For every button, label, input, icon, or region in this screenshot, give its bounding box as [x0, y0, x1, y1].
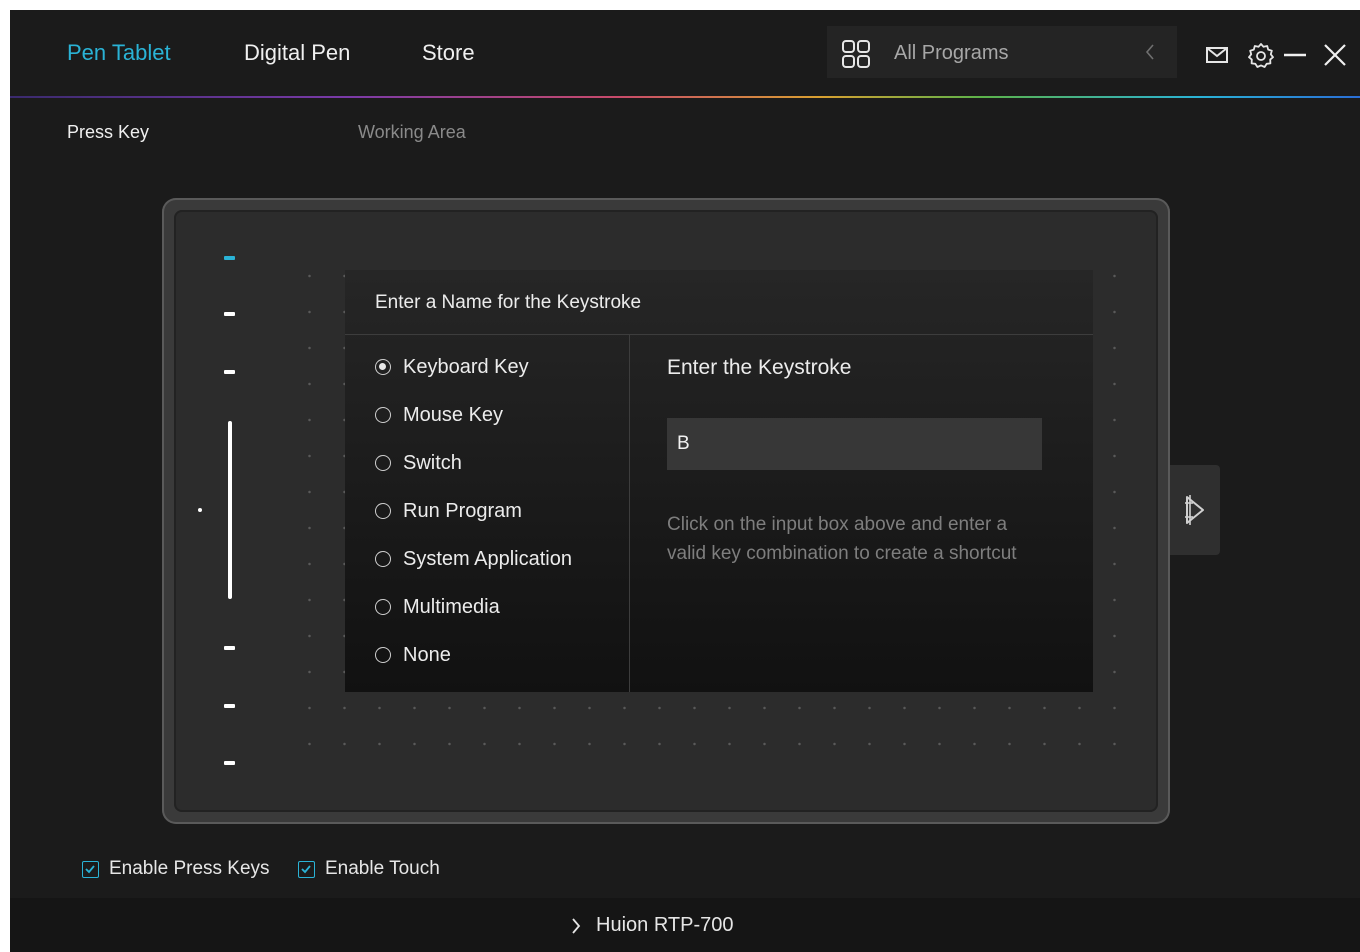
- program-select[interactable]: All Programs: [827, 26, 1177, 78]
- dialog-title: Enter a Name for the Keystroke: [375, 292, 642, 313]
- pen-tablet-icon: [1185, 495, 1204, 525]
- radio[interactable]: [375, 455, 391, 471]
- tab-digital-pen[interactable]: Digital Pen: [244, 40, 350, 66]
- keystroke-dialog: Enter a Name for the Keystroke Keyboard …: [345, 270, 1093, 692]
- option-multimedia[interactable]: Multimedia: [375, 592, 500, 622]
- radio[interactable]: [375, 647, 391, 663]
- radio-checked[interactable]: [375, 359, 391, 375]
- check-icon: [301, 864, 311, 873]
- tab-store[interactable]: Store: [422, 40, 475, 66]
- option-switch[interactable]: Switch: [375, 448, 462, 478]
- radio[interactable]: [375, 599, 391, 615]
- checkbox-label: Enable Press Keys: [109, 858, 270, 879]
- radio[interactable]: [375, 503, 391, 519]
- subtab-working-area[interactable]: Working Area: [358, 122, 466, 143]
- option-label: Run Program: [403, 499, 522, 522]
- option-keyboard-key[interactable]: Keyboard Key: [375, 352, 529, 382]
- header: Pen Tablet Digital Pen Store All Program…: [10, 10, 1360, 98]
- press-key-1[interactable]: [224, 256, 235, 260]
- close-icon[interactable]: [1322, 42, 1348, 68]
- touch-strip[interactable]: [228, 421, 232, 599]
- option-label: Mouse Key: [403, 403, 504, 426]
- press-key-3[interactable]: [224, 370, 235, 374]
- option-mouse-key[interactable]: Mouse Key: [375, 400, 503, 430]
- option-label: System Application: [403, 547, 572, 570]
- dialog-title-bar: Enter a Name for the Keystroke: [345, 270, 1093, 335]
- press-key-5[interactable]: [224, 704, 235, 708]
- program-select-value: All Programs: [894, 42, 1009, 64]
- enable-touch-checkbox[interactable]: Enable Touch: [298, 858, 440, 880]
- press-key-2[interactable]: [224, 312, 235, 316]
- radio[interactable]: [375, 551, 391, 567]
- checkbox-checked[interactable]: [298, 860, 315, 878]
- subtab-press-key[interactable]: Press Key: [67, 122, 149, 143]
- option-system-application[interactable]: System Application: [375, 544, 572, 574]
- side-panel-toggle[interactable]: [1170, 465, 1220, 555]
- keystroke-help-text: Click on the input box above and enter a…: [667, 514, 1017, 564]
- device-selector[interactable]: Huion RTP-700: [570, 914, 733, 937]
- footer-bar: Huion RTP-700: [10, 898, 1360, 952]
- touch-strip-indicator: [198, 508, 202, 512]
- option-none[interactable]: None: [375, 640, 451, 670]
- device-name: Huion RTP-700: [596, 914, 734, 936]
- keystroke-title: Enter the Keystroke: [667, 356, 852, 379]
- mail-icon[interactable]: [1204, 42, 1230, 68]
- option-label: Multimedia: [403, 595, 500, 618]
- checkbox-label: Enable Touch: [325, 858, 440, 879]
- header-gradient-line: [10, 96, 1360, 98]
- option-run-program[interactable]: Run Program: [375, 496, 522, 526]
- app-window: Pen Tablet Digital Pen Store All Program…: [10, 10, 1360, 952]
- chevron-left-icon[interactable]: [1143, 42, 1157, 62]
- radio[interactable]: [375, 407, 391, 423]
- press-key-4[interactable]: [224, 646, 235, 650]
- checkbox-checked[interactable]: [82, 860, 99, 878]
- grid-icon: [842, 40, 870, 68]
- minimize-icon[interactable]: [1282, 42, 1308, 68]
- check-icon: [85, 864, 95, 873]
- tab-pen-tablet[interactable]: Pen Tablet: [67, 40, 171, 66]
- chevron-right-icon: [572, 917, 581, 934]
- option-label: None: [403, 643, 451, 666]
- enable-press-keys-checkbox[interactable]: Enable Press Keys: [82, 858, 270, 880]
- gear-icon[interactable]: [1248, 42, 1274, 68]
- press-key-6[interactable]: [224, 761, 235, 765]
- option-label: Keyboard Key: [403, 355, 529, 378]
- keystroke-input[interactable]: [667, 418, 1042, 470]
- option-label: Switch: [403, 451, 462, 474]
- dialog-divider: [629, 335, 630, 692]
